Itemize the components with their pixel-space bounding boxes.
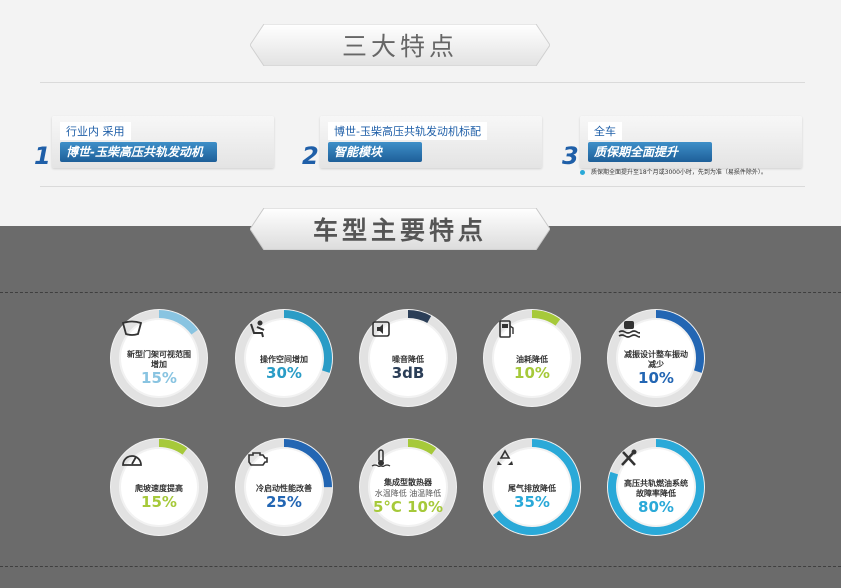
circle-label: 油耗降低 <box>516 354 548 364</box>
feature-circle: 爬坡速度提高 15% <box>109 437 209 537</box>
circle-value: 25% <box>266 492 302 511</box>
circle-label: 减振设计整车振动减少 <box>624 349 688 369</box>
fuel-icon <box>499 320 543 353</box>
feature-circle: 冷启动性能改善 25% <box>234 437 334 537</box>
feature-number: 3 <box>562 142 579 170</box>
feature-circle: 尾气排放降低 35% <box>482 437 582 537</box>
feature-circle: 高压共轨燃油系统故障率降低 80% <box>606 437 706 537</box>
vibration-icon <box>618 321 667 348</box>
feature-card-2: 2 博世-玉柴高压共轨发动机标配 智能模块 <box>302 116 542 170</box>
circle-label: 操作空间增加 <box>260 354 308 364</box>
circle-label: 高压共轨燃油系统故障率降低 <box>624 478 688 498</box>
feature-card-3: 3 全车 质保期全面提升 <box>562 116 802 170</box>
bullet-icon <box>580 170 585 175</box>
feature-card-1: 1 行业内 采用 博世-玉柴高压共轨发动机 <box>34 116 274 170</box>
circle-value: 15% <box>141 492 177 511</box>
circle-value: 80% <box>638 497 674 516</box>
gauge-icon <box>122 455 170 482</box>
feature-label: 全车 <box>588 122 622 140</box>
feature-highlight: 智能模块 <box>328 142 423 162</box>
divider <box>40 186 805 187</box>
section-title-1: 三大特点 <box>341 32 458 61</box>
divider <box>40 82 805 83</box>
feature-circle: 集成型散热器 水温降低 油温降低 5°C 10% <box>358 437 458 537</box>
circle-label: 噪音降低 <box>392 354 424 364</box>
circle-label: 爬坡速度提高 <box>135 483 183 493</box>
recycle-icon <box>497 449 543 482</box>
engine-icon <box>248 452 295 482</box>
windshield-icon <box>121 320 170 348</box>
feature-number: 1 <box>34 142 51 170</box>
section-title-2: 车型主要特点 <box>312 216 487 245</box>
section-banner-1: 三大特点 <box>250 24 550 66</box>
feature-circle: 噪音降低 3dB <box>358 308 458 408</box>
circle-value: 35% <box>514 492 550 511</box>
dashed-divider <box>0 292 841 293</box>
dashed-divider <box>0 566 841 567</box>
feature-circle: 减振设计整车振动减少 10% <box>606 308 706 408</box>
circle-value: 10% <box>638 368 674 387</box>
section-banner-2: 车型主要特点 <box>250 208 550 250</box>
circle-label: 集成型散热器 <box>384 478 432 487</box>
circle-label: 新型门架可视范围增加 <box>127 349 191 369</box>
note-text: 质保期全面提升至18个月或3000小时，先到为准（易损件除外）。 <box>591 169 767 176</box>
circle-label: 冷启动性能改善 <box>256 483 312 493</box>
circle-value: 3dB <box>391 363 425 382</box>
circle-label: 尾气排放降低 <box>508 483 556 493</box>
circle-value: 5°C 10% <box>372 498 444 516</box>
circle-value: 15% <box>141 368 177 387</box>
feature-label: 行业内 采用 <box>60 122 131 140</box>
speaker-icon <box>372 321 419 353</box>
feature-circle: 新型门架可视范围增加 15% <box>109 308 209 408</box>
feature-circle: 油耗降低 10% <box>482 308 582 408</box>
warranty-note: 质保期全面提升至18个月或3000小时，先到为准（易损件除外）。 <box>580 167 767 176</box>
feature-circle: 操作空间增加 30% <box>234 308 334 408</box>
feature-highlight: 质保期全面提升 <box>588 142 713 162</box>
tools-icon <box>621 449 667 477</box>
circle-value: 10% <box>514 363 550 382</box>
feature-number: 2 <box>302 142 319 170</box>
seat-icon <box>250 320 295 353</box>
circle-value: 30% <box>266 363 302 382</box>
feature-label: 博世-玉柴高压共轨发动机标配 <box>328 122 487 140</box>
thermometer-icon <box>371 449 419 476</box>
feature-highlight: 博世-玉柴高压共轨发动机 <box>60 142 217 162</box>
